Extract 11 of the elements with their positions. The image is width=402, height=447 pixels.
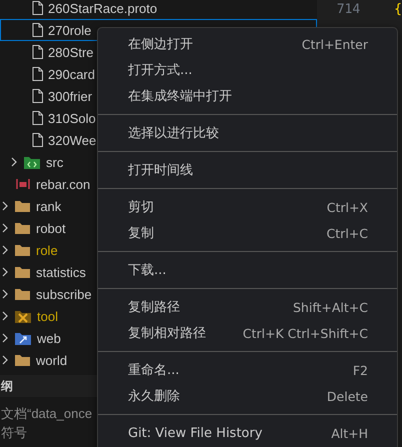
- shortcut-text: F2: [352, 362, 368, 378]
- shortcut-text: Ctrl+C: [326, 226, 368, 240]
- message-text: 符号: [1, 424, 27, 441]
- shortcut-text: Ctrl+K Ctrl+Shift+C: [242, 326, 368, 340]
- message-text: 文档“data_once: [1, 405, 92, 422]
- shortcut-text: Delete: [326, 388, 368, 404]
- shortcut-text: Shift+Alt+C: [292, 300, 368, 314]
- shortcut-text: Alt+H: [331, 426, 368, 440]
- line-number: 714: [336, 2, 360, 16]
- shortcut-text: Ctrl+X: [326, 200, 368, 214]
- code-text: {: [394, 2, 402, 16]
